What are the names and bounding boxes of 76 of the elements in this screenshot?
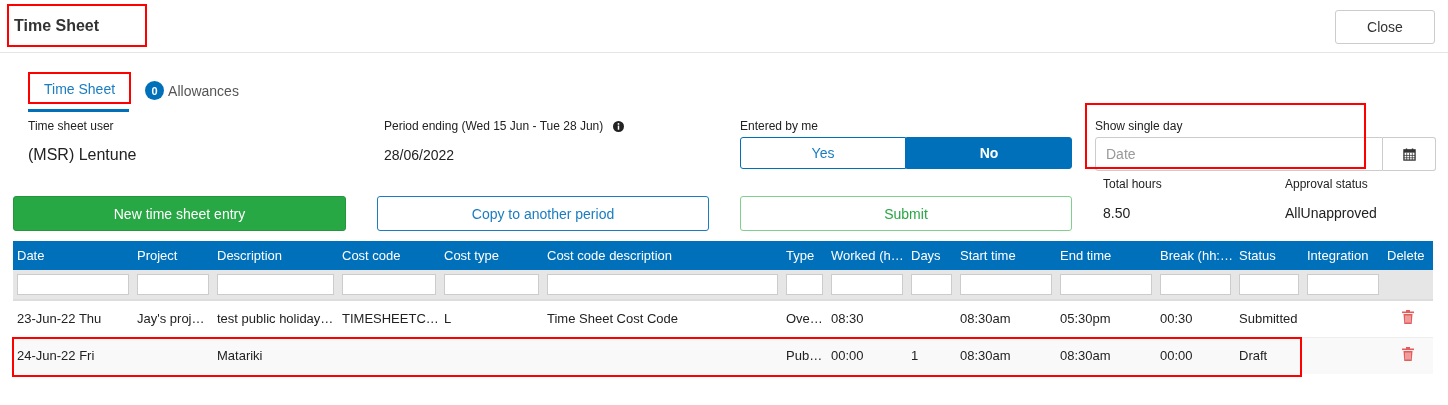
new-entry-button[interactable]: New time sheet entry bbox=[13, 196, 346, 231]
column-header[interactable]: Type bbox=[782, 241, 827, 270]
field-label: Time sheet user bbox=[28, 119, 115, 133]
table-cell: 00:00 bbox=[1160, 348, 1193, 364]
column-header[interactable]: Cost code bbox=[338, 241, 440, 270]
filter-field[interactable] bbox=[217, 274, 334, 295]
trash-icon[interactable] bbox=[1402, 310, 1414, 325]
info-icon[interactable] bbox=[613, 120, 625, 132]
filter-field[interactable] bbox=[137, 274, 209, 295]
table-cell: 08:30 bbox=[831, 311, 864, 327]
column-header[interactable]: Cost type bbox=[440, 241, 543, 270]
table-cell: 08:30am bbox=[960, 348, 1011, 364]
column-header[interactable]: Worked (h… bbox=[827, 241, 907, 270]
table-cell: Jay's proj… bbox=[137, 311, 205, 327]
table-cell: 05:30pm bbox=[1060, 311, 1111, 327]
period-date: 28/06/2022 bbox=[384, 147, 456, 163]
field-label: Entered by me bbox=[740, 119, 820, 133]
calendar-icon bbox=[1402, 147, 1416, 161]
submit-button[interactable]: Submit bbox=[740, 196, 1072, 231]
column-header[interactable]: Start time bbox=[956, 241, 1056, 270]
table-cell: 08:30am bbox=[960, 311, 1011, 327]
table-cell: 24-Jun-22 Fri bbox=[17, 348, 95, 364]
field-label: Approval status bbox=[1285, 177, 1369, 191]
window-title: Time Sheet bbox=[14, 17, 100, 34]
filter-field[interactable] bbox=[1239, 274, 1299, 295]
toggle-option[interactable]: No bbox=[906, 137, 1072, 169]
column-header[interactable]: Delete bbox=[1383, 241, 1433, 270]
count-badge: 0 bbox=[145, 81, 165, 100]
column-header[interactable]: Status bbox=[1235, 241, 1303, 270]
close-button[interactable]: Close bbox=[1335, 10, 1435, 44]
copy-button[interactable]: Copy to another period bbox=[377, 196, 709, 231]
table-cell: Pub… bbox=[786, 348, 823, 364]
calendar-button[interactable] bbox=[1383, 137, 1436, 171]
table-cell: L bbox=[444, 311, 452, 327]
filter-field[interactable] bbox=[547, 274, 778, 295]
table-cell: Draft bbox=[1239, 348, 1268, 364]
filter-field[interactable] bbox=[342, 274, 436, 295]
field-label: Show single day bbox=[1095, 119, 1184, 133]
table-cell: 00:00 bbox=[831, 348, 864, 364]
column-header[interactable]: Description bbox=[213, 241, 338, 270]
date-field[interactable]: Date bbox=[1095, 137, 1383, 171]
table-cell: 08:30am bbox=[1060, 348, 1111, 364]
column-header[interactable]: Project bbox=[133, 241, 213, 270]
filter-field[interactable] bbox=[911, 274, 952, 295]
filter-field[interactable] bbox=[1307, 274, 1379, 295]
table-cell: 1 bbox=[911, 348, 919, 364]
table-cell: Ove… bbox=[786, 311, 823, 327]
toggle-option[interactable]: Yes bbox=[740, 137, 906, 169]
filter-field[interactable] bbox=[786, 274, 823, 295]
column-header[interactable]: Cost code description bbox=[543, 241, 782, 270]
table-cell: Matariki bbox=[217, 348, 263, 364]
column-header[interactable]: Integration bbox=[1303, 241, 1383, 270]
table-cell: Submitted bbox=[1239, 311, 1298, 327]
table-cell: test public holiday… bbox=[217, 311, 334, 327]
column-header[interactable]: Days bbox=[907, 241, 956, 270]
trash-icon[interactable] bbox=[1402, 347, 1414, 362]
field-value: 8.50 bbox=[1103, 205, 1132, 221]
column-header[interactable]: Date bbox=[13, 241, 133, 270]
column-header[interactable]: End time bbox=[1056, 241, 1156, 270]
filter-field[interactable] bbox=[960, 274, 1052, 295]
filter-field[interactable] bbox=[17, 274, 129, 295]
filter-field[interactable] bbox=[1160, 274, 1231, 295]
filter-field[interactable] bbox=[1060, 274, 1152, 295]
table-cell: 23-Jun-22 Thu bbox=[17, 311, 102, 327]
table-cell: Time Sheet Cost Code bbox=[547, 311, 679, 327]
table-cell: TIMESHEETC… bbox=[342, 311, 439, 327]
field-label: Total hours bbox=[1103, 177, 1163, 191]
table-cell: 00:30 bbox=[1160, 311, 1193, 327]
field-value: AllUnapproved bbox=[1285, 205, 1378, 221]
tab[interactable]: Time Sheet bbox=[28, 71, 130, 112]
user-name: (MSR) Lentune bbox=[28, 146, 138, 164]
filter-field[interactable] bbox=[831, 274, 903, 295]
filter-field[interactable] bbox=[444, 274, 539, 295]
field-label: Period ending (Wed 15 Jun - Tue 28 Jun) bbox=[384, 119, 604, 133]
tab[interactable]: 0 Allowances bbox=[135, 71, 249, 115]
column-header[interactable]: Break (hh:… bbox=[1156, 241, 1235, 270]
